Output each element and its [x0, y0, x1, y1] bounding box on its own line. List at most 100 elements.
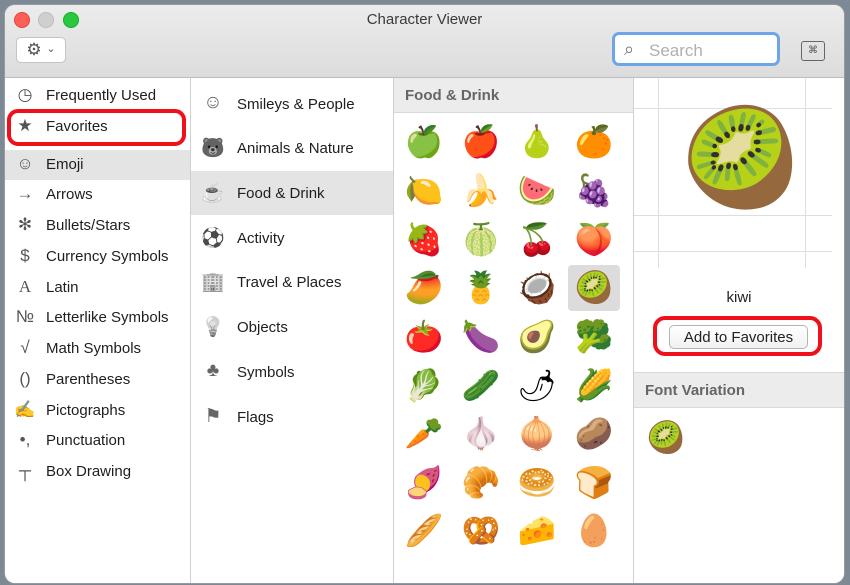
- emoji-cell[interactable]: 🥥: [511, 265, 563, 311]
- box-drawing-icon: ┬: [18, 461, 32, 480]
- writing-hand-icon: ✍: [14, 400, 36, 419]
- emoji-cell[interactable]: 🍆: [455, 314, 507, 360]
- category-latin[interactable]: A Latin: [5, 273, 190, 303]
- emoji-cell[interactable]: 🍎: [455, 119, 507, 165]
- group-label: Travel & Places: [237, 274, 342, 291]
- category-label: Currency Symbols: [46, 248, 169, 265]
- category-label: Arrows: [46, 186, 93, 203]
- title-bar: Character Viewer ⚙ ⌄ ⌕ ⌘: [5, 5, 844, 78]
- category-arrows[interactable]: → Arrows: [5, 180, 190, 210]
- food-icon: ☕: [201, 183, 225, 204]
- emoji-cell[interactable]: 🍒: [511, 217, 563, 263]
- emoji-cell[interactable]: 🍍: [455, 265, 507, 311]
- smiley-icon: ☺: [16, 154, 34, 173]
- category-letterlike-symbols[interactable]: № Letterlike Symbols: [5, 303, 190, 333]
- emoji-cell[interactable]: 🧄: [455, 411, 507, 457]
- group-label: Animals & Nature: [237, 140, 354, 157]
- emoji-cell[interactable]: 🥦: [568, 314, 620, 360]
- bear-icon: 🐻: [201, 138, 225, 159]
- emoji-cell[interactable]: 🥔: [568, 411, 620, 457]
- group-food-drink[interactable]: ☕ Food & Drink: [191, 171, 393, 215]
- group-smileys-people[interactable]: ☺ Smileys & People: [191, 82, 393, 126]
- clock-icon: ◷: [17, 85, 33, 104]
- emoji-cell[interactable]: 🥕: [398, 411, 450, 457]
- emoji-cell[interactable]: 🍞: [568, 460, 620, 506]
- emoji-cell[interactable]: 🧀: [511, 508, 563, 554]
- emoji-cell[interactable]: 🍅: [398, 314, 450, 360]
- emoji-cell[interactable]: 🍓: [398, 217, 450, 263]
- emoji-cell[interactable]: 🍋: [398, 168, 450, 214]
- grid-heading: Food & Drink: [405, 87, 500, 104]
- group-label: Food & Drink: [237, 185, 325, 202]
- keyboard-viewer-icon[interactable]: ⌘: [801, 41, 825, 61]
- category-punctuation[interactable]: •, Punctuation: [5, 426, 190, 456]
- category-label: Math Symbols: [46, 340, 142, 357]
- gear-icon: ⚙: [26, 40, 42, 59]
- emoji-cell[interactable]: 🥒: [455, 363, 507, 409]
- character-grid-panel: Food & Drink 🍏 🍎 🍐 🍊 🍋 🍌 🍉 🍇 🍓 🍈 🍒 🍑 🥭 🍍 🥥 🥝 🍅 🍆 🥑 🥦 🥬 🥒 🌶 🌽 🥕 🧄 🧅…: [394, 78, 634, 583]
- group-animals-nature[interactable]: 🐻 Animals & Nature: [191, 126, 393, 170]
- emoji-cell[interactable]: 🧅: [511, 411, 563, 457]
- search-icon: ⌕: [624, 39, 635, 59]
- emoji-cell[interactable]: 🍏: [398, 119, 450, 165]
- group-travel-places[interactable]: 🏢 Travel & Places: [191, 260, 393, 304]
- category-pictographs[interactable]: ✍ Pictographs: [5, 396, 190, 426]
- emoji-cell[interactable]: 🥝: [568, 265, 620, 311]
- chevron-down-icon: ⌄: [46, 43, 56, 55]
- favorites-highlight-annotation: [7, 109, 186, 146]
- emoji-cell[interactable]: 🍑: [568, 217, 620, 263]
- category-label: Bullets/Stars: [46, 217, 131, 234]
- emoji-cell[interactable]: 🥚: [568, 508, 620, 554]
- emoji-cell[interactable]: 🍌: [455, 168, 507, 214]
- preview-guide-line: [805, 78, 806, 268]
- group-activity[interactable]: ⚽ Activity: [191, 216, 393, 260]
- category-currency-symbols[interactable]: $ Currency Symbols: [5, 242, 190, 272]
- letter-a-icon: A: [18, 277, 32, 296]
- emoji-cell[interactable]: 🥨: [455, 508, 507, 554]
- category-label: Box Drawing: [46, 463, 132, 480]
- category-bullets-stars[interactable]: ✻ Bullets/Stars: [5, 211, 190, 241]
- search-input[interactable]: [647, 40, 776, 62]
- arrow-icon: →: [16, 184, 34, 203]
- emoji-cell[interactable]: 🍈: [455, 217, 507, 263]
- emoji-cell[interactable]: 🍇: [568, 168, 620, 214]
- group-symbols[interactable]: ♣ Symbols: [191, 350, 393, 394]
- group-label: Flags: [237, 409, 274, 426]
- emoji-group-list: ☺ Smileys & People 🐻 Animals & Nature ☕ …: [191, 78, 394, 583]
- lightbulb-icon: 💡: [201, 317, 225, 338]
- font-variation-heading: Font Variation: [645, 382, 746, 399]
- action-menu-button[interactable]: ⚙ ⌄: [16, 37, 66, 63]
- emoji-cell[interactable]: 🥭: [398, 265, 450, 311]
- group-flags[interactable]: ⚑ Flags: [191, 395, 393, 439]
- category-parentheses[interactable]: () Parentheses: [5, 365, 190, 395]
- group-objects[interactable]: 💡 Objects: [191, 305, 393, 349]
- emoji-cell[interactable]: 🍐: [511, 119, 563, 165]
- category-label: Parentheses: [46, 371, 131, 388]
- emoji-cell[interactable]: 🥖: [398, 508, 450, 554]
- emoji-cell[interactable]: 🍊: [568, 119, 620, 165]
- group-label: Symbols: [237, 364, 295, 381]
- emoji-cell[interactable]: 🌶: [511, 363, 563, 409]
- emoji-cell[interactable]: 🥯: [511, 460, 563, 506]
- category-emoji[interactable]: ☺ Emoji: [5, 150, 190, 180]
- category-math-symbols[interactable]: √ Math Symbols: [5, 334, 190, 364]
- group-label: Activity: [237, 230, 285, 247]
- search-field[interactable]: ⌕: [612, 32, 780, 66]
- font-variation-kiwi[interactable]: 🥝: [646, 418, 686, 458]
- emoji-cell[interactable]: 🥬: [398, 363, 450, 409]
- category-frequently-used[interactable]: ◷ Frequently Used: [5, 81, 190, 111]
- category-label: Latin: [46, 279, 79, 296]
- category-box-drawing[interactable]: ┬ Box Drawing: [5, 457, 190, 487]
- category-sidebar: ◷ Frequently Used ★ Favorites ☺ Emoji → …: [5, 78, 191, 583]
- emoji-cell[interactable]: 🥐: [455, 460, 507, 506]
- emoji-cell[interactable]: 🌽: [568, 363, 620, 409]
- emoji-cell[interactable]: 🍉: [511, 168, 563, 214]
- soccer-ball-icon: ⚽: [201, 228, 225, 249]
- preview-guide-line: [634, 215, 832, 216]
- kiwi-preview-glyph: 🥝: [681, 105, 801, 212]
- emoji-cell[interactable]: 🥑: [511, 314, 563, 360]
- parentheses-icon: (): [19, 369, 31, 388]
- window-title: Character Viewer: [366, 11, 483, 28]
- emoji-cell[interactable]: 🍠: [398, 460, 450, 506]
- asterisk-icon: ✻: [17, 215, 33, 234]
